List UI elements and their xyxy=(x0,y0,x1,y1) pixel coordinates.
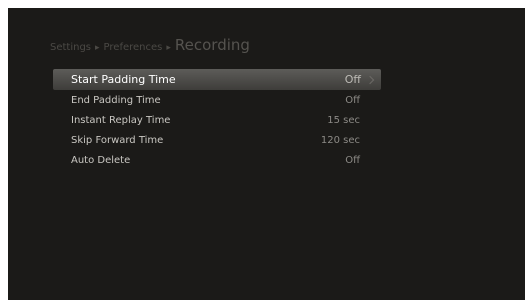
menu-item-end-padding-time[interactable]: End Padding Time Off xyxy=(53,90,381,110)
page-title: Recording xyxy=(174,36,250,54)
tv-screen: Settings ▸ Preferences ▸ Recording Start… xyxy=(8,8,525,300)
menu-item-value-text: Off xyxy=(344,73,361,86)
menu-item-auto-delete[interactable]: Auto Delete Off xyxy=(53,150,381,170)
settings-menu: Start Padding Time Off End Padding Time … xyxy=(53,69,381,170)
menu-item-instant-replay-time[interactable]: Instant Replay Time 15 sec xyxy=(53,110,381,130)
breadcrumb: Settings ▸ Preferences ▸ Recording xyxy=(50,36,250,58)
menu-item-label: Instant Replay Time xyxy=(71,114,171,126)
menu-item-value: Off xyxy=(345,154,360,166)
breadcrumb-separator-icon: ▸ xyxy=(95,43,100,53)
menu-item-skip-forward-time[interactable]: Skip Forward Time 120 sec xyxy=(53,130,381,150)
menu-item-label: Auto Delete xyxy=(71,154,131,166)
menu-item-value: Off xyxy=(344,73,375,86)
breadcrumb-separator-icon: ▸ xyxy=(166,43,171,53)
menu-item-label: Skip Forward Time xyxy=(71,134,164,146)
menu-item-label: Start Padding Time xyxy=(71,73,176,86)
chevron-right-icon xyxy=(365,75,375,84)
menu-item-label: End Padding Time xyxy=(71,94,161,106)
breadcrumb-preferences[interactable]: Preferences xyxy=(104,42,163,53)
breadcrumb-settings[interactable]: Settings xyxy=(50,42,91,53)
menu-item-value: 120 sec xyxy=(320,134,360,146)
menu-item-value: Off xyxy=(345,94,360,106)
menu-item-value: 15 sec xyxy=(327,114,360,126)
menu-item-start-padding-time[interactable]: Start Padding Time Off xyxy=(53,69,381,90)
